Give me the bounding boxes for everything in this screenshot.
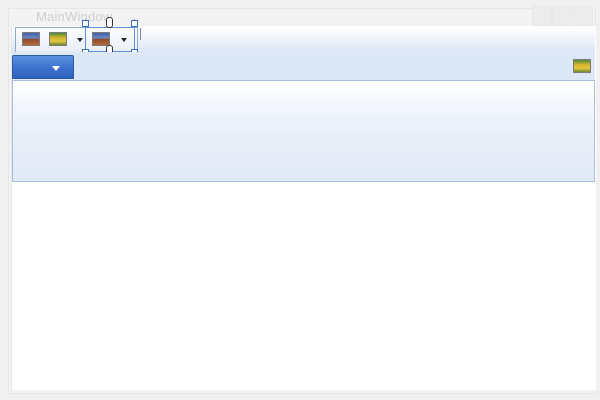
maximize-button[interactable] <box>552 6 572 26</box>
window-title: MainWindow <box>36 9 113 24</box>
resize-handle[interactable] <box>131 20 138 27</box>
main-window: MainWindow <box>0 0 600 400</box>
minimize-button[interactable] <box>532 6 552 26</box>
flowers-picture-icon[interactable] <box>49 32 67 46</box>
flowers-picture-icon[interactable] <box>573 59 591 73</box>
close-button[interactable] <box>573 6 593 26</box>
landscape-picture-icon[interactable] <box>92 32 110 46</box>
application-menu-button[interactable] <box>12 55 74 79</box>
move-grip-icon[interactable] <box>106 17 113 28</box>
resize-handle[interactable] <box>82 20 89 27</box>
ribbon-tab-bar <box>12 52 595 80</box>
chevron-down-icon[interactable] <box>121 38 127 42</box>
triangle-down-icon <box>52 66 60 71</box>
toolbar-separator <box>140 28 141 40</box>
landscape-picture-icon[interactable] <box>22 32 40 46</box>
chevron-down-icon[interactable] <box>77 38 83 42</box>
ribbon-panel <box>12 80 595 182</box>
